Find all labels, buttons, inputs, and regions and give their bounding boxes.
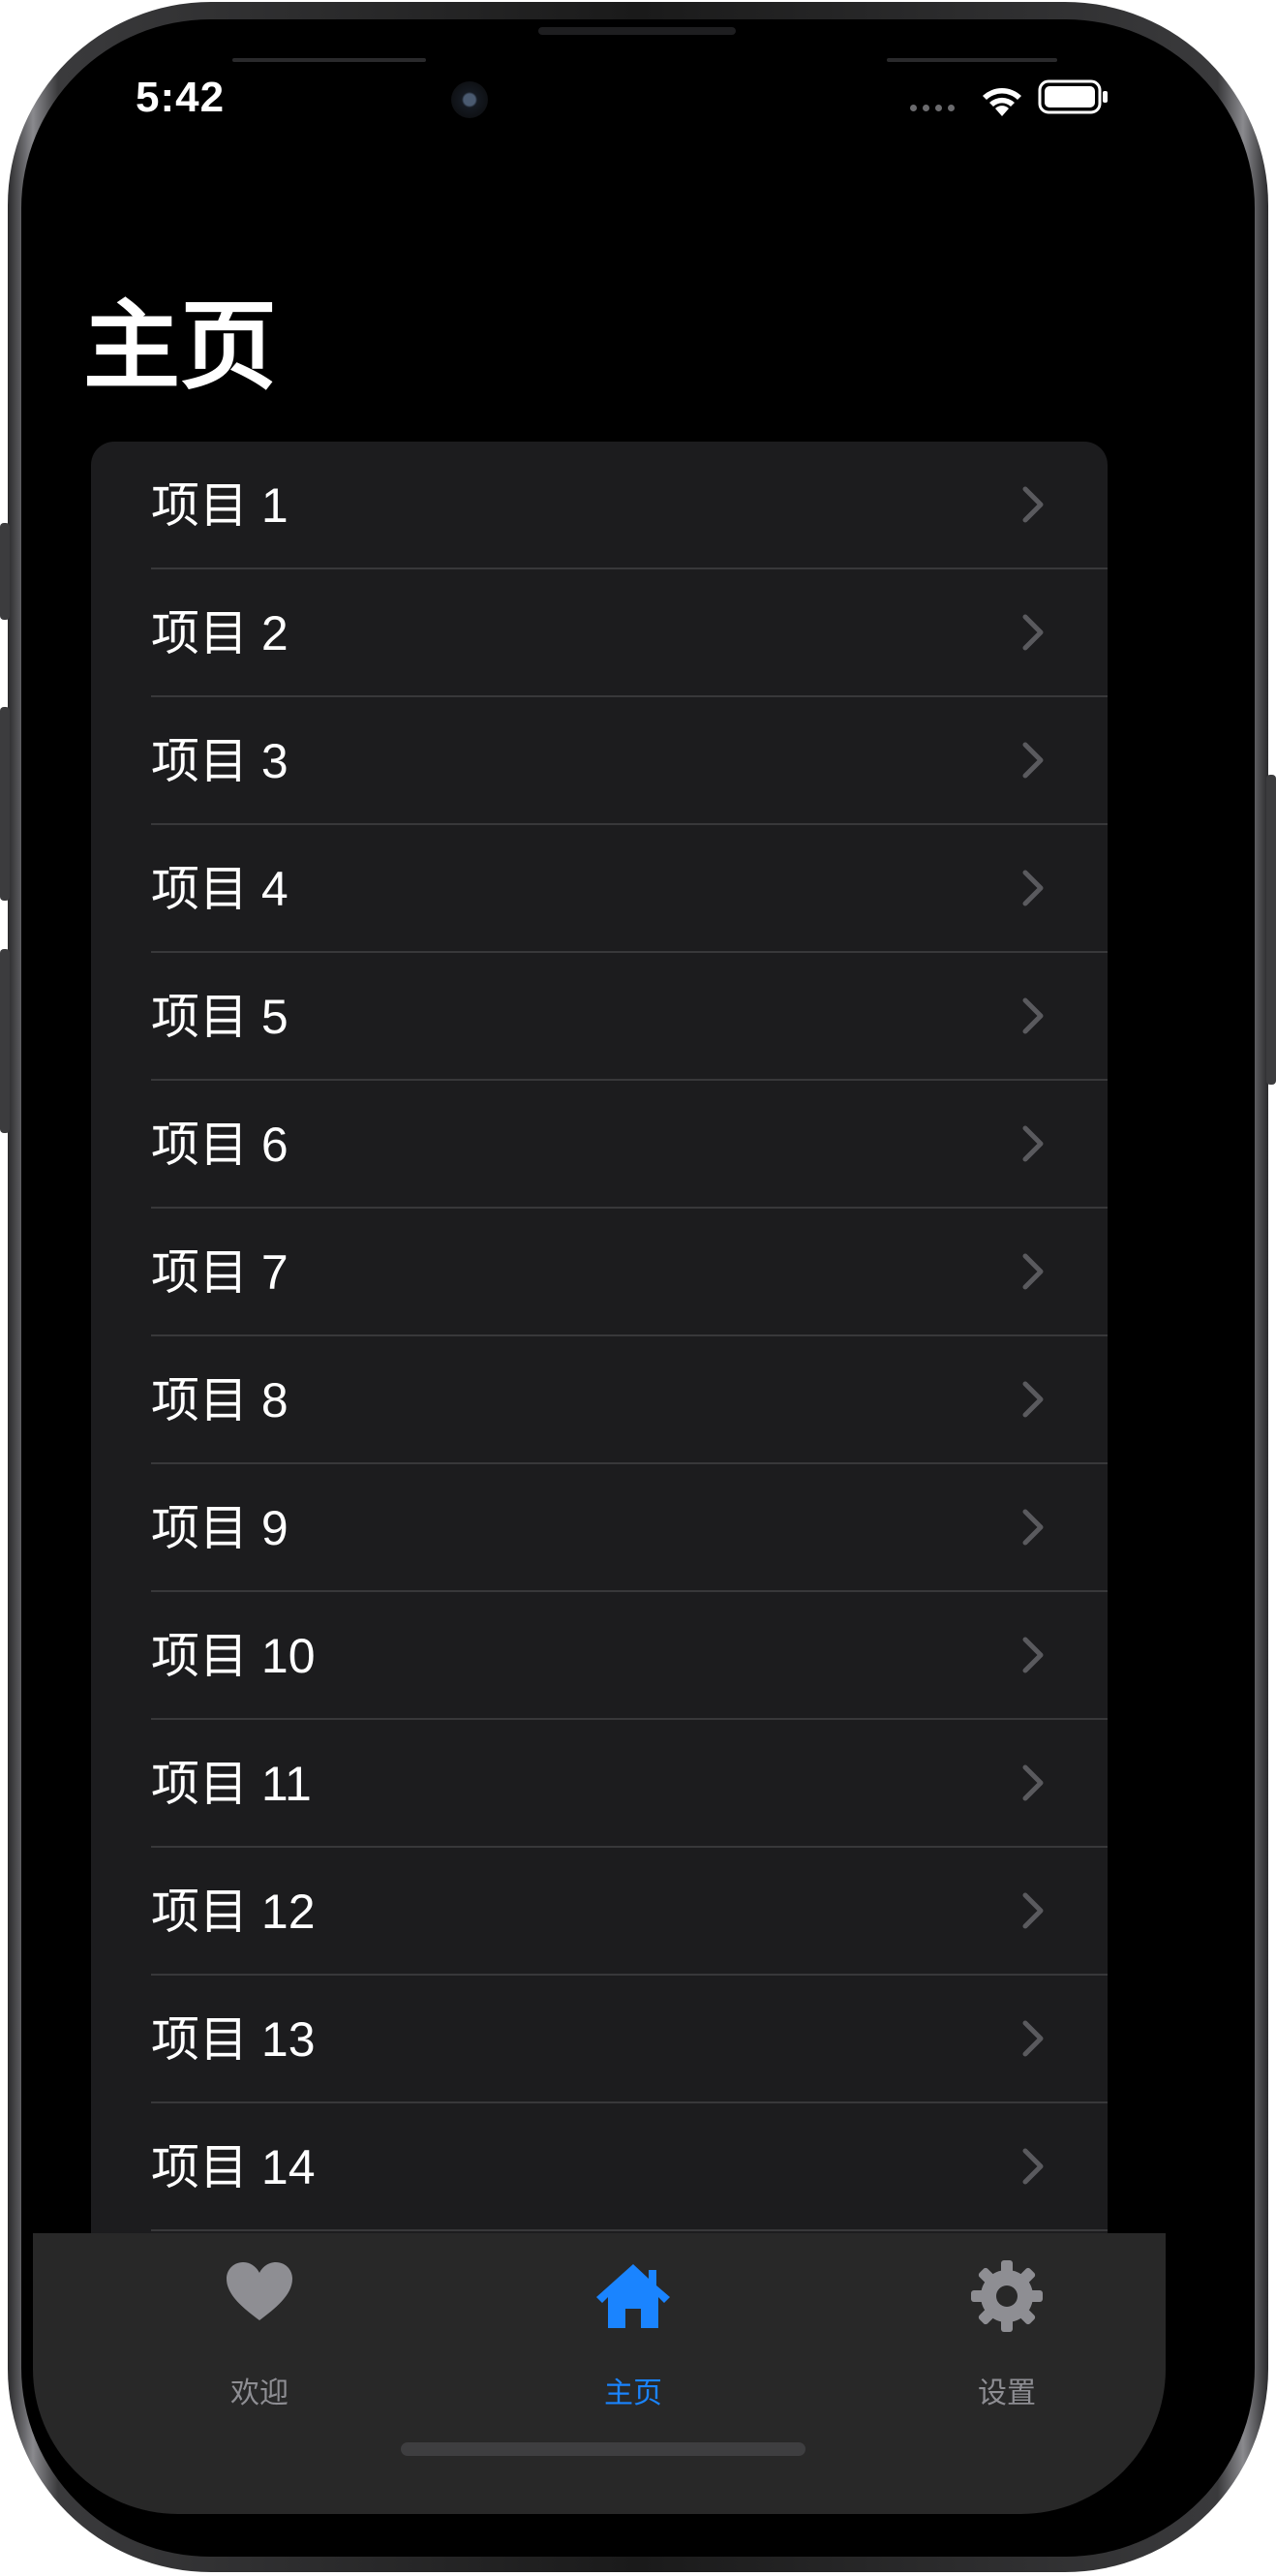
list-item[interactable]: 项目 11 bbox=[91, 1720, 1108, 1848]
tab-settings[interactable]: 设置 bbox=[881, 2233, 1133, 2427]
top-edge-right bbox=[887, 58, 1057, 62]
list-item[interactable]: 项目 2 bbox=[91, 569, 1108, 697]
list-item-label: 项目 9 bbox=[151, 1501, 289, 1555]
list-item-label: 项目 6 bbox=[151, 1118, 289, 1172]
row-separator bbox=[151, 2229, 1108, 2231]
front-camera bbox=[451, 81, 488, 118]
chevron-right-icon bbox=[1022, 1509, 1044, 1546]
list-item[interactable]: 项目 13 bbox=[91, 1976, 1108, 2103]
list-item[interactable]: 项目 12 bbox=[91, 1848, 1108, 1976]
tab-label: 设置 bbox=[978, 2377, 1036, 2409]
list-item[interactable]: 项目 6 bbox=[91, 1081, 1108, 1209]
power-button bbox=[1266, 775, 1276, 1085]
chevron-right-icon bbox=[1022, 1125, 1044, 1162]
volume-up-button bbox=[0, 707, 10, 901]
list-item-label: 项目 4 bbox=[151, 862, 289, 916]
chevron-right-icon bbox=[1022, 486, 1044, 523]
chevron-right-icon bbox=[1022, 1253, 1044, 1290]
list-item-label: 项目 2 bbox=[151, 606, 289, 660]
list-item-label: 项目 11 bbox=[151, 1757, 312, 1811]
list-item-label: 项目 7 bbox=[151, 1245, 289, 1300]
list-item-label: 项目 8 bbox=[151, 1373, 289, 1427]
chevron-right-icon bbox=[1022, 1637, 1044, 1673]
chevron-right-icon bbox=[1022, 997, 1044, 1034]
wifi-icon bbox=[983, 88, 1021, 116]
list-item[interactable]: 项目 4 bbox=[91, 825, 1108, 953]
chevron-right-icon bbox=[1022, 2148, 1044, 2185]
list-item-label: 项目 1 bbox=[151, 478, 289, 533]
list-item-label: 项目 12 bbox=[151, 1885, 316, 1939]
house-icon bbox=[596, 2264, 670, 2328]
list-item[interactable]: 项目 8 bbox=[91, 1336, 1108, 1464]
tab-home[interactable]: 主页 bbox=[507, 2233, 759, 2427]
battery-icon bbox=[1038, 79, 1108, 114]
gear-icon bbox=[971, 2260, 1043, 2332]
chevron-right-icon bbox=[1022, 1764, 1044, 1801]
list-item[interactable]: 项目 10 bbox=[91, 1592, 1108, 1720]
signal-dots-icon bbox=[910, 105, 955, 111]
top-edge-left bbox=[232, 58, 426, 62]
list-item-label: 项目 13 bbox=[151, 2012, 316, 2067]
speaker-grille bbox=[538, 27, 736, 35]
volume-down-button bbox=[0, 949, 10, 1133]
list-item-label: 项目 3 bbox=[151, 734, 289, 788]
chevron-right-icon bbox=[1022, 1892, 1044, 1929]
chevron-right-icon bbox=[1022, 614, 1044, 651]
action-button bbox=[0, 523, 10, 620]
tab-bar: 欢迎 主页 设置 bbox=[33, 2233, 1166, 2514]
chevron-right-icon bbox=[1022, 870, 1044, 906]
list-item-label: 项目 14 bbox=[151, 2140, 316, 2194]
status-time: 5:42 bbox=[136, 74, 226, 121]
page-title: 主页 bbox=[83, 292, 277, 401]
list-item[interactable]: 项目 9 bbox=[91, 1464, 1108, 1592]
list-item[interactable]: 项目 7 bbox=[91, 1209, 1108, 1336]
tab-label: 欢迎 bbox=[230, 2377, 289, 2409]
list-item-label: 项目 5 bbox=[151, 990, 289, 1044]
list-item[interactable]: 项目 1 bbox=[91, 442, 1108, 569]
list-item[interactable]: 项目 5 bbox=[91, 953, 1108, 1081]
list-item[interactable]: 项目 3 bbox=[91, 697, 1108, 825]
list-item-label: 项目 10 bbox=[151, 1629, 316, 1683]
chevron-right-icon bbox=[1022, 2020, 1044, 2057]
tab-label: 主页 bbox=[604, 2377, 662, 2409]
home-indicator[interactable] bbox=[401, 2442, 805, 2456]
heart-icon bbox=[227, 2262, 292, 2320]
chevron-right-icon bbox=[1022, 1381, 1044, 1418]
list-item[interactable]: 项目 14 bbox=[91, 2103, 1108, 2231]
item-list: 项目 1 项目 2 项目 3 项目 4 项目 5 项目 6 项目 7 项目 8 项目 9 项目 1… bbox=[91, 442, 1108, 2282]
device-mockup: 5:42 主页 项目 1 项目 2 项目 3 项目 4 项目 5 项目 6 项目 7 项目 8… bbox=[0, 0, 1276, 2576]
tab-welcome[interactable]: 欢迎 bbox=[134, 2233, 385, 2427]
chevron-right-icon bbox=[1022, 742, 1044, 779]
